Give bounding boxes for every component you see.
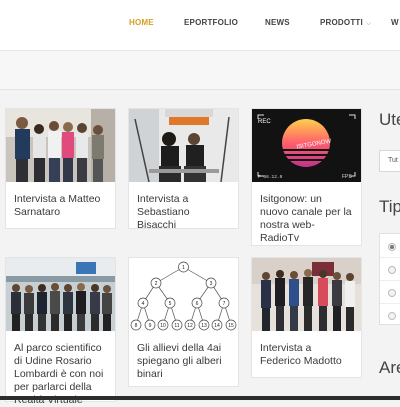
breadcrumb-bar — [0, 51, 400, 90]
tree-node-label: 2 — [155, 281, 158, 287]
tree-node-label: 12 — [187, 323, 193, 329]
tree-node-label: 5 — [169, 301, 172, 307]
tree-node-label: 15 — [228, 323, 234, 329]
nav-news[interactable]: NEWS — [265, 18, 290, 27]
post-title[interactable]: Isitgonow: un nuovo canale per la nostra… — [252, 182, 361, 245]
tree-node-label: 1 — [182, 265, 185, 271]
type-radio-4[interactable] — [388, 312, 396, 320]
chevron-down-icon: ⌵ — [365, 20, 372, 27]
post-card[interactable]: REC ISITGONOW F 66.12.0 FPS Isitgonow: u… — [251, 108, 362, 246]
tree-node-label: 3 — [210, 281, 213, 287]
post-thumbnail — [129, 109, 238, 182]
nav-prodotti-label: PRODOTTI — [320, 18, 363, 27]
type-radio-1[interactable] — [388, 243, 396, 251]
type-radio-3[interactable] — [388, 289, 396, 297]
sidebar-type-filter — [379, 233, 400, 325]
tree-node-label: 7 — [223, 301, 226, 307]
sidebar-user-select[interactable]: Tut — [379, 150, 400, 172]
binary-tree-diagram: 12 34 5 6 78 9 10 11 12 13 14 15 — [129, 258, 238, 331]
post-title[interactable]: Intervista a Federico Madotto — [252, 331, 361, 368]
post-thumbnail: 1 2 3 4 5 6 7 8 9 10 11 12 13 14 15 — [129, 258, 238, 331]
post-card[interactable]: Intervista a Sebastiano Bisacchi — [128, 108, 239, 232]
tree-node-label: 13 — [201, 323, 207, 329]
tree-node-label: 11 — [174, 323, 179, 329]
camera-info: F 66.12.0 — [258, 174, 283, 180]
tree-node-label: 6 — [196, 301, 199, 307]
sidebar-heading-users: Ute — [379, 110, 400, 129]
post-thumbnail — [6, 258, 115, 331]
divider — [380, 280, 400, 281]
tree-node-label: 14 — [214, 323, 220, 329]
sidebar-heading-types: Tip — [379, 197, 400, 216]
post-card[interactable]: 1 2 3 4 5 6 7 8 9 10 11 12 13 14 15 Gli allievi della … — [128, 257, 239, 387]
nav-home[interactable]: HOME — [129, 18, 154, 27]
tree-node-label: 8 — [135, 323, 138, 329]
fps-label: FPS — [342, 174, 352, 180]
bottom-bar — [0, 396, 400, 400]
post-thumbnail: REC ISITGONOW F 66.12.0 FPS — [252, 109, 361, 182]
post-title[interactable]: Intervista a Matteo Sarnataro — [6, 182, 115, 219]
top-navigation-bar: HOME EPORTFOLIO NEWS PRODOTTI ⌵ W — [0, 0, 400, 51]
nav-prodotti[interactable]: PRODOTTI ⌵ — [320, 18, 371, 28]
post-card[interactable]: Intervista a Federico Madotto — [251, 257, 362, 378]
divider — [380, 257, 400, 258]
nav-eportfolio[interactable]: EPORTFOLIO — [184, 18, 238, 27]
post-card[interactable]: Intervista a Matteo Sarnataro — [5, 108, 116, 229]
type-radio-2[interactable] — [388, 266, 396, 274]
post-card[interactable]: Al parco scientifico di Udine Rosario Lo… — [5, 257, 116, 406]
tree-node-label: 4 — [142, 301, 145, 307]
post-thumbnail — [252, 258, 361, 331]
tree-node-label: 10 — [160, 323, 166, 329]
tree-node-label: 9 — [149, 323, 152, 329]
divider — [380, 303, 400, 304]
sidebar-heading-areas: Are — [379, 358, 400, 377]
post-thumbnail — [6, 109, 115, 182]
nav-w[interactable]: W — [391, 18, 399, 27]
post-title[interactable]: Intervista a Sebastiano Bisacchi — [129, 182, 238, 232]
post-title[interactable]: Gli allievi della 4ai spiegano gli alber… — [129, 331, 238, 381]
rec-label: REC — [258, 119, 271, 125]
